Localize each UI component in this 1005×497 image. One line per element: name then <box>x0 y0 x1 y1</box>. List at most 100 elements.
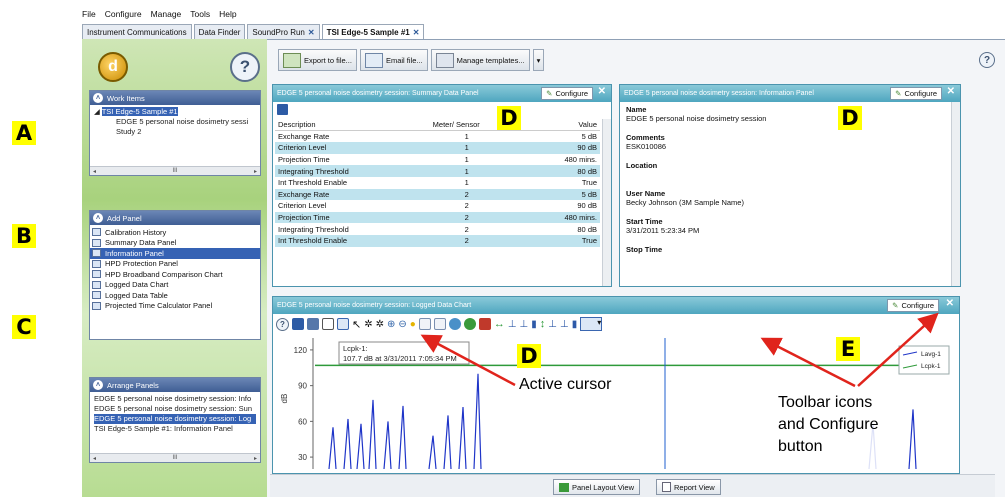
zoom-in-icon[interactable]: ⊕ <box>387 319 395 330</box>
menu-help[interactable]: Help <box>219 9 236 23</box>
menu-configure[interactable]: Configure <box>105 9 142 23</box>
tab-instrument-communications[interactable]: Instrument Communications <box>82 24 192 39</box>
chart-type2-icon[interactable] <box>433 318 446 330</box>
configure-button[interactable]: ✎ Configure <box>541 87 593 100</box>
add-panel-item[interactable]: Logged Data Chart <box>90 280 260 291</box>
add-panel-item[interactable]: HPD Broadband Comparison Chart <box>90 269 260 280</box>
column-header[interactable]: Description <box>275 119 403 131</box>
bars2-icon[interactable]: ▮ <box>572 319 578 330</box>
left-align-icon[interactable]: ⊥ <box>508 319 517 330</box>
vertical-scrollbar[interactable] <box>602 119 611 286</box>
close-icon[interactable]: ✕ <box>946 298 954 309</box>
info-field-value: 3/31/2011 5:23:34 PM <box>626 226 700 235</box>
horizontal-scrollbar[interactable]: ◂ III ▸ <box>90 166 260 175</box>
add-panel-item[interactable]: Projected Time Calculator Panel <box>90 301 260 312</box>
arrange-panels-title: Arrange Panels <box>107 380 159 390</box>
arrange-panel-item[interactable]: EDGE 5 personal noise dosimetry session:… <box>94 414 256 424</box>
help-icon[interactable]: ? <box>979 52 995 68</box>
table-row[interactable]: Integrating Threshold 1 80 dB <box>275 165 600 177</box>
active-cursor-icon[interactable]: ✲ <box>376 319 384 330</box>
add-panel-item[interactable]: Calibration History <box>90 227 260 238</box>
logo-icon[interactable]: d <box>98 52 128 82</box>
collapse-icon[interactable]: ˄ <box>93 380 103 390</box>
cursor-icon[interactable]: ✲ <box>364 319 372 330</box>
arrange-panel-item[interactable]: TSI Edge-5 Sample #1: Information Panel <box>94 424 256 434</box>
add-panel-item[interactable]: Information Panel <box>90 248 260 259</box>
close-icon[interactable]: ✕ <box>413 28 420 37</box>
email-button[interactable]: Email file... <box>359 49 428 71</box>
table-cell: 480 mins. <box>564 155 597 165</box>
grid-icon[interactable] <box>478 318 491 330</box>
pointer-icon[interactable]: ↖ <box>352 318 361 331</box>
menu-file[interactable]: File <box>82 9 96 23</box>
tab-soundpro-run[interactable]: SoundPro Run ✕ <box>247 24 320 39</box>
help-icon[interactable]: ? <box>276 317 289 331</box>
column-header[interactable]: Value <box>536 119 600 131</box>
scroll-thumb: III <box>172 455 178 461</box>
collapse-icon[interactable]: ˄ <box>93 213 103 223</box>
bars-icon[interactable]: ▮ <box>531 319 537 330</box>
top-align-icon[interactable]: ⊥ <box>560 319 569 330</box>
frame-icon[interactable] <box>337 318 349 330</box>
table-row[interactable]: Projection Time 2 480 mins. <box>275 211 600 224</box>
close-icon[interactable]: ✕ <box>598 86 606 97</box>
zoom-out-icon[interactable]: ⊖ <box>398 319 406 330</box>
configure-button[interactable]: ✎ Configure <box>887 299 939 312</box>
bottom-align-icon[interactable]: ⊥ <box>548 319 557 330</box>
vertical-arrows-icon[interactable]: ↕ <box>540 318 546 330</box>
tree-item-session[interactable]: EDGE 5 personal noise dosimetry sessi <box>94 117 256 127</box>
table-cell: 90 dB <box>535 142 600 154</box>
table-cell: 2 <box>402 188 536 201</box>
copy-icon[interactable] <box>307 318 319 330</box>
menu-tools[interactable]: Tools <box>190 9 210 23</box>
table-cell: True <box>581 178 597 188</box>
panel-layout-view-button[interactable]: Panel Layout View <box>553 479 640 495</box>
information-panel: EDGE 5 personal noise dosimetry session:… <box>619 84 961 287</box>
table-row[interactable]: Int Threshold Enable 2 True <box>275 234 600 247</box>
table-row[interactable]: Exchange Rate 1 5 dB <box>275 131 600 143</box>
table-row[interactable]: Exchange Rate 2 5 dB <box>275 188 600 201</box>
table-cell: 1 <box>464 155 469 165</box>
color-icon[interactable] <box>463 318 476 330</box>
collapse-icon[interactable]: ˄ <box>93 93 103 103</box>
table-row[interactable]: Int Threshold Enable 1 True <box>275 177 600 189</box>
add-panel-item[interactable]: Logged Data Table <box>90 290 260 301</box>
export-button[interactable]: Export to file... <box>278 49 357 71</box>
manage-templates-button[interactable]: Manage templates... <box>430 49 530 71</box>
right-align-icon[interactable]: ⊥ <box>520 319 529 330</box>
close-icon[interactable]: ✕ <box>308 28 315 37</box>
toolbar-dropdown-button[interactable]: ▾ <box>532 49 545 71</box>
close-icon[interactable]: ✕ <box>947 86 955 97</box>
chart-type-icon[interactable] <box>418 318 431 330</box>
arrange-panel-item[interactable]: EDGE 5 personal noise dosimetry session:… <box>94 394 256 404</box>
tree-item-tsi[interactable]: ◢ TSI Edge-5 Sample #1 <box>94 107 256 117</box>
save-icon[interactable] <box>277 104 288 115</box>
cursor-label: Lcpk-1: <box>343 344 368 353</box>
add-panel-item[interactable]: Summary Data Panel <box>90 238 260 249</box>
vertical-scrollbar[interactable] <box>951 102 960 286</box>
options-dropdown-icon[interactable]: ▾ <box>580 317 603 331</box>
tree-item-study[interactable]: Study 2 <box>94 127 256 137</box>
configure-button[interactable]: ✎ Configure <box>890 87 942 100</box>
menu-manage[interactable]: Manage <box>151 9 182 23</box>
table-row[interactable]: Projection Time 1 480 mins. <box>275 154 600 166</box>
tab-data-finder[interactable]: Data Finder <box>193 24 246 39</box>
summary-panel-title: EDGE 5 personal noise dosimetry session:… <box>277 90 479 97</box>
horizontal-scrollbar[interactable]: ◂ III ▸ <box>90 453 260 462</box>
table-row[interactable]: Criterion Level 2 90 dB <box>275 200 600 212</box>
table-row[interactable]: Integrating Threshold 2 80 dB <box>275 223 600 235</box>
globe-icon[interactable] <box>448 318 461 330</box>
help-icon[interactable]: ? <box>230 52 260 82</box>
toolbar-annotation: Toolbar icons and Configure button <box>778 392 879 471</box>
lightbulb-icon[interactable]: ● <box>410 319 416 330</box>
arrange-panel-item[interactable]: EDGE 5 personal noise dosimetry session:… <box>94 404 256 414</box>
horizontal-arrows-icon[interactable]: ↔ <box>494 318 505 330</box>
add-panel-item[interactable]: HPD Protection Panel <box>90 259 260 270</box>
table-row[interactable]: Criterion Level 1 90 dB <box>275 142 600 154</box>
save-icon[interactable] <box>292 318 304 330</box>
panel-type-icon <box>92 259 101 268</box>
page-icon[interactable] <box>322 318 334 330</box>
tab-tsi-edge5[interactable]: TSI Edge-5 Sample #1 ✕ <box>321 24 425 39</box>
email-label: Email file... <box>385 55 423 65</box>
report-view-button[interactable]: Report View <box>656 479 721 495</box>
